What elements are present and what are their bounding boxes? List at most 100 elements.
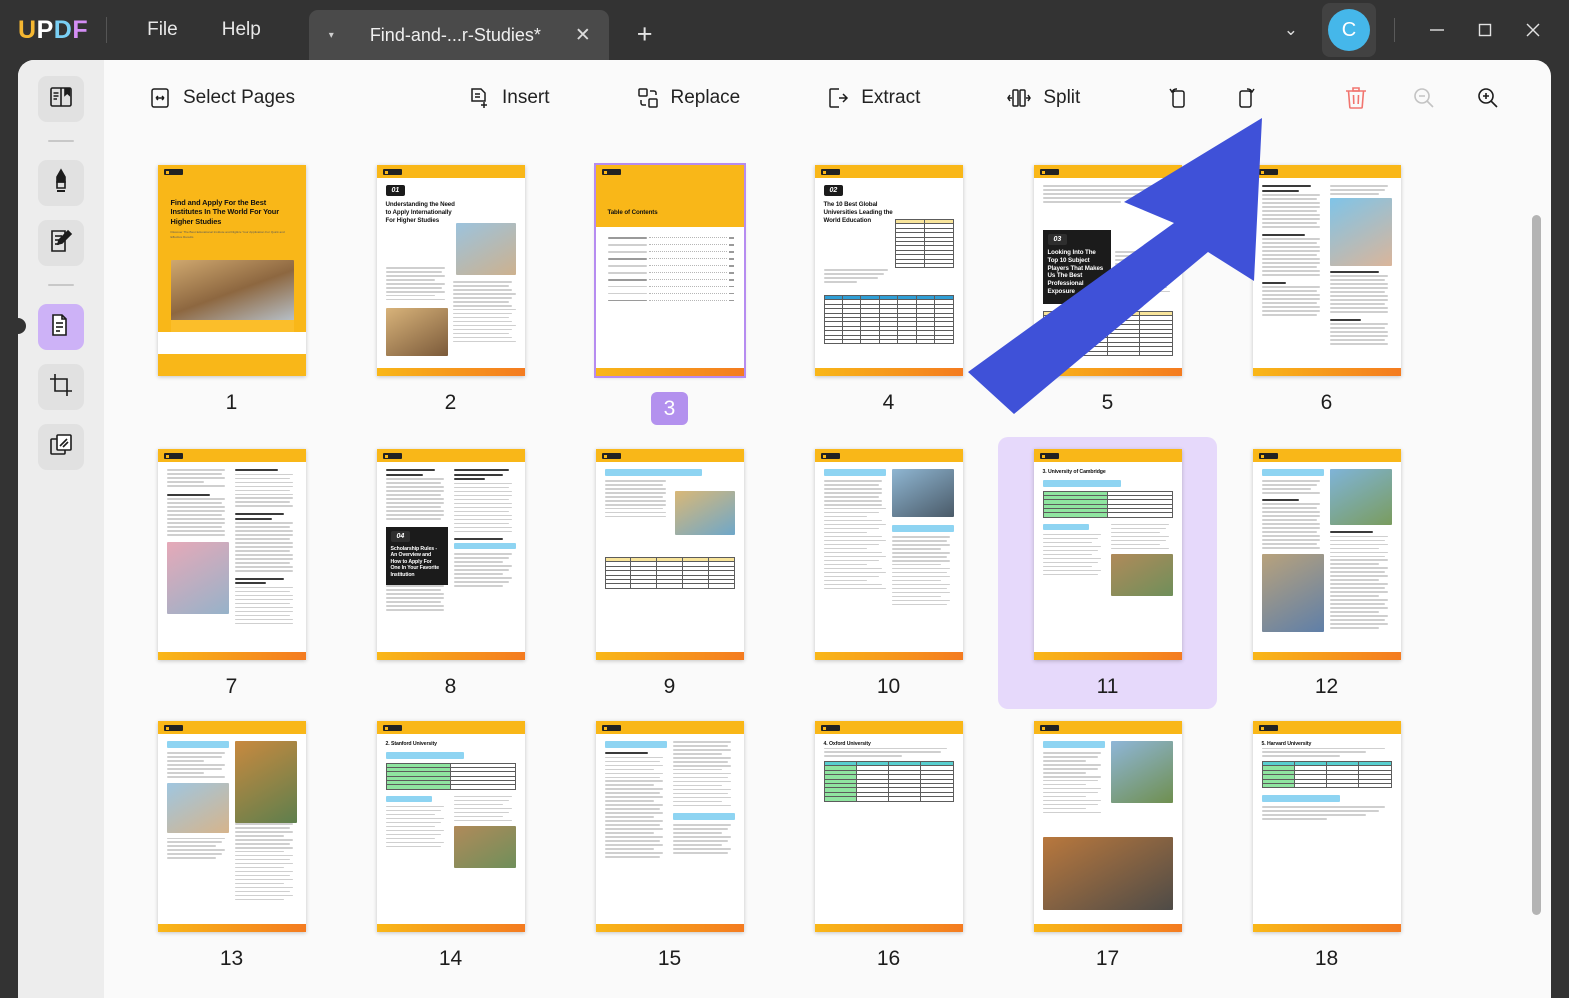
page-thumbnail-cell[interactable]: 01 Understanding the Need to Apply Inter… xyxy=(341,153,560,437)
page-thumbnail[interactable]: 03 Looking Into The Top 10 Subject Playe… xyxy=(1033,165,1182,376)
page-thumbnail-wrap[interactable]: 03 Looking Into The Top 10 Subject Playe… xyxy=(1033,165,1182,376)
page-thumbnail-wrap[interactable]: 01 Understanding the Need to Apply Inter… xyxy=(376,165,525,376)
delete-button[interactable] xyxy=(1332,77,1380,119)
page-thumbnail-wrap[interactable] xyxy=(595,449,744,660)
sidebar-collapse-handle[interactable] xyxy=(18,318,26,334)
rotate-left-button[interactable] xyxy=(1154,78,1200,118)
page-thumbnail-wrap[interactable] xyxy=(595,721,744,932)
sidebar-item-comment[interactable] xyxy=(38,160,84,206)
page-thumbnail-wrap[interactable] xyxy=(1252,165,1401,376)
extract-button[interactable]: Extract xyxy=(814,79,932,117)
page-thumbnail[interactable]: 01 Understanding the Need to Apply Inter… xyxy=(376,165,525,376)
page-thumbnail[interactable] xyxy=(1033,721,1182,932)
page-thumbnail-wrap[interactable]: Find and Apply For the Best Institutes I… xyxy=(157,165,306,376)
text-line xyxy=(453,514,513,517)
zoom-out-button[interactable] xyxy=(1401,78,1447,118)
page-thumbnail-cell[interactable]: Table of Contents 3 xyxy=(560,153,779,437)
page-thumbnail-wrap[interactable]: 4. Oxford University xyxy=(814,721,963,932)
page-thumbnail-wrap[interactable] xyxy=(1252,449,1401,660)
page-thumbnail[interactable] xyxy=(814,449,963,660)
account-button[interactable]: C xyxy=(1322,3,1376,57)
page-thumbnail-cell[interactable]: 04 Scholarship Rules - An Overview and H… xyxy=(341,437,560,709)
split-button[interactable]: Split xyxy=(994,79,1092,117)
text-line xyxy=(823,491,883,494)
close-icon[interactable]: ✕ xyxy=(571,24,595,47)
text-line xyxy=(891,591,951,594)
page-thumbnail[interactable]: 5. Harvard University xyxy=(1252,721,1401,932)
page-thumbnail-cell[interactable]: 9 xyxy=(560,437,779,709)
text-line xyxy=(823,269,888,271)
document-tab[interactable]: ▾ Find-and-...r-Studies* ✕ xyxy=(308,10,609,60)
tab-strip: ▾ Find-and-...r-Studies* ✕ + xyxy=(308,0,653,60)
sidebar-item-reader[interactable] xyxy=(38,76,84,122)
vertical-scrollbar[interactable] xyxy=(1532,215,1541,915)
page-thumbnail[interactable] xyxy=(1252,165,1401,376)
page-thumbnail-cell[interactable]: 2. Stanford University 14 xyxy=(341,709,560,981)
page-thumbnail-cell[interactable]: 10 xyxy=(779,437,998,709)
page-thumbnail-wrap[interactable]: 04 Scholarship Rules - An Overview and H… xyxy=(376,449,525,660)
minimize-icon[interactable] xyxy=(1413,8,1461,52)
new-tab-button[interactable]: + xyxy=(637,19,653,50)
chevron-down-icon[interactable]: ▾ xyxy=(323,30,340,41)
page-thumbnail-wrap[interactable]: Table of Contents xyxy=(593,163,746,378)
page-thumbnail[interactable]: 4. Oxford University xyxy=(814,721,963,932)
select-pages-button[interactable]: Select Pages xyxy=(136,79,307,117)
page-thumbnail-wrap[interactable]: 02 The 10 Best Global Universities Leadi… xyxy=(814,165,963,376)
toc-entry xyxy=(607,250,734,253)
sidebar-item-edit[interactable] xyxy=(38,220,84,266)
page-thumbnail-cell[interactable]: 02 The 10 Best Global Universities Leadi… xyxy=(779,153,998,437)
page-thumbnail-cell[interactable]: 6 xyxy=(1217,153,1436,437)
page-thumbnail[interactable] xyxy=(157,721,306,932)
close-window-icon[interactable] xyxy=(1509,8,1557,52)
page-thumbnail-wrap[interactable] xyxy=(157,721,306,932)
text-line xyxy=(604,792,661,795)
page-thumbnail-cell[interactable]: 15 xyxy=(560,709,779,981)
page-thumbnail-wrap[interactable] xyxy=(1033,721,1182,932)
page-thumbnail-cell[interactable]: 7 xyxy=(122,437,341,709)
text-line xyxy=(1042,565,1093,568)
sidebar-item-crop[interactable] xyxy=(38,364,84,410)
page-thumbnail[interactable] xyxy=(157,449,306,660)
replace-button[interactable]: Replace xyxy=(624,79,753,117)
text-line xyxy=(672,768,723,771)
maximize-icon[interactable] xyxy=(1461,8,1509,52)
file-menu[interactable]: File xyxy=(125,13,200,47)
more-chevron-icon[interactable]: ⌄ xyxy=(1268,12,1314,48)
page-thumbnail[interactable]: Table of Contents xyxy=(593,163,746,378)
text-line xyxy=(1110,547,1170,550)
text-line xyxy=(1261,242,1318,244)
page-thumbnail[interactable] xyxy=(595,449,744,660)
page-thumbnail-cell[interactable]: 12 xyxy=(1217,437,1436,709)
page-thumbnail-wrap[interactable]: 2. Stanford University xyxy=(376,721,525,932)
page-thumbnail-cell[interactable]: Find and Apply For the Best Institutes I… xyxy=(122,153,341,437)
page-thumbnail[interactable] xyxy=(1252,449,1401,660)
text-line xyxy=(234,534,294,536)
insert-button[interactable]: Insert xyxy=(455,79,562,117)
page-thumbnail-cell[interactable]: 4. Oxford University 16 xyxy=(779,709,998,981)
page-thumbnail[interactable]: Find and Apply For the Best Institutes I… xyxy=(157,165,306,376)
page-thumbnail-area[interactable]: Find and Apply For the Best Institutes I… xyxy=(104,135,1551,998)
page-thumbnail-wrap[interactable] xyxy=(814,449,963,660)
zoom-in-button[interactable] xyxy=(1465,78,1511,118)
text-line xyxy=(453,585,504,587)
page-thumbnail-wrap[interactable]: 5. Harvard University xyxy=(1252,721,1401,932)
page-thumbnail-cell[interactable]: 03 Looking Into The Top 10 Subject Playe… xyxy=(998,153,1217,437)
page-thumbnail-wrap[interactable]: 3. University of Cambridge xyxy=(1033,449,1182,660)
rotate-right-button[interactable] xyxy=(1224,78,1270,118)
page-thumbnail-wrap[interactable] xyxy=(157,449,306,660)
text-line xyxy=(453,807,513,810)
help-menu[interactable]: Help xyxy=(200,13,283,47)
page-thumbnail-cell[interactable]: 17 xyxy=(998,709,1217,981)
page-thumbnail[interactable]: 04 Scholarship Rules - An Overview and H… xyxy=(376,449,525,660)
page-thumbnail[interactable] xyxy=(595,721,744,932)
page-thumbnail-cell[interactable]: 3. University of Cambridge 11 xyxy=(998,437,1217,709)
page-thumbnail-cell[interactable]: 13 xyxy=(122,709,341,981)
page-thumbnail-cell[interactable]: 5. Harvard University 18 xyxy=(1217,709,1436,981)
sidebar-item-convert[interactable] xyxy=(38,424,84,470)
sidebar-item-organize-pages[interactable] xyxy=(38,304,84,350)
page-thumbnail[interactable]: 2. Stanford University xyxy=(376,721,525,932)
text-line xyxy=(1261,286,1321,288)
page-thumbnail[interactable]: 02 The 10 Best Global Universities Leadi… xyxy=(814,165,963,376)
text-line xyxy=(604,772,664,775)
page-thumbnail[interactable]: 3. University of Cambridge xyxy=(1033,449,1182,660)
